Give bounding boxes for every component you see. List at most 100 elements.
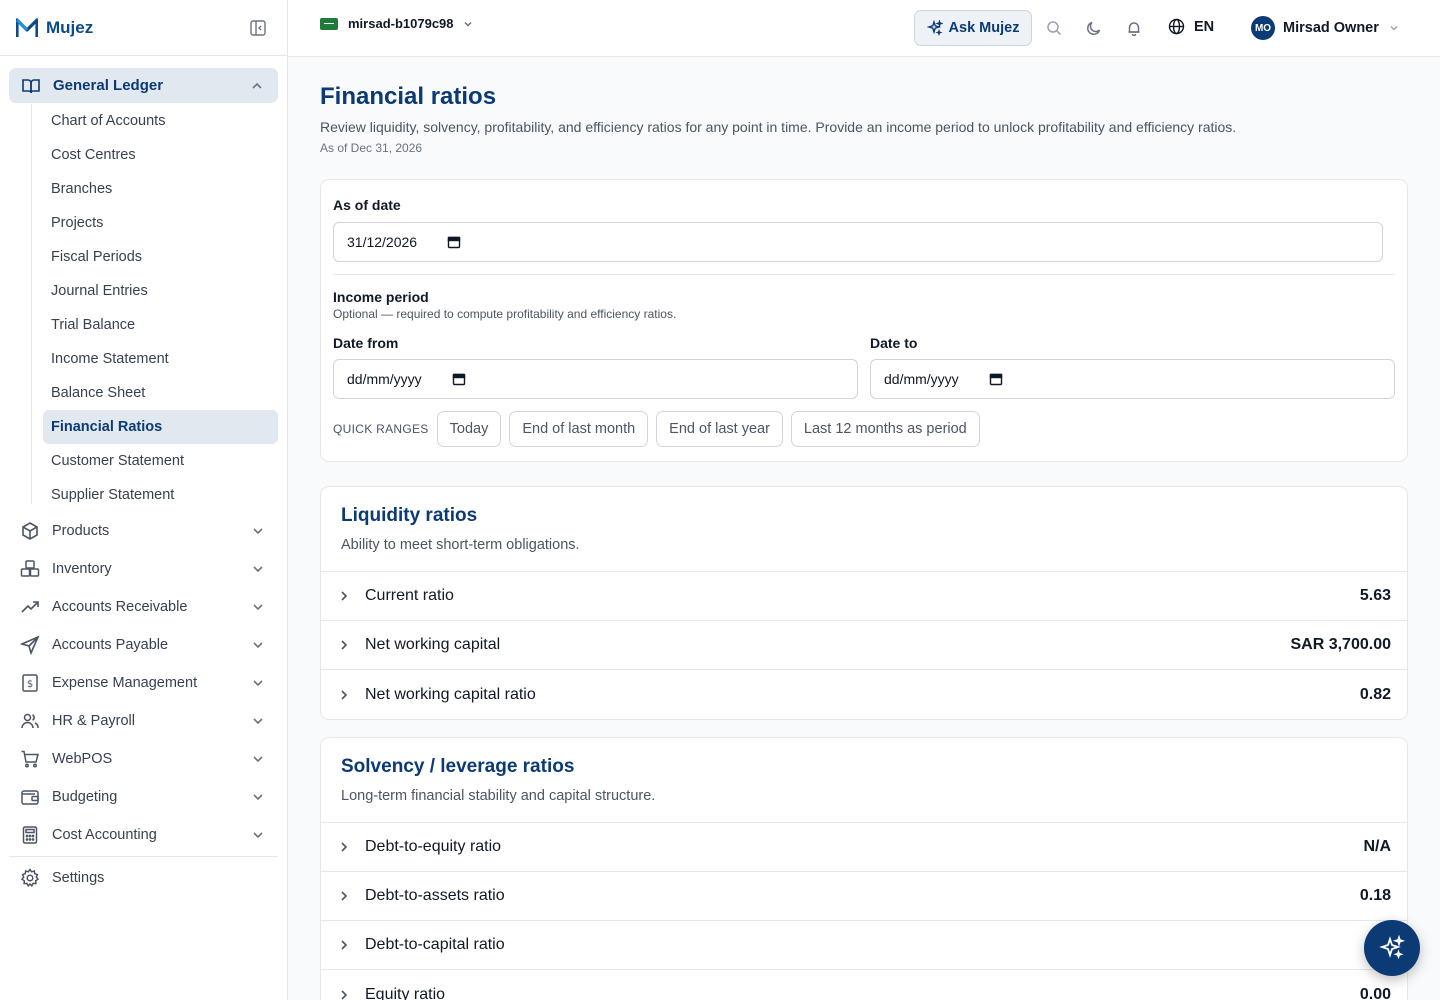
income-period-label: Income period <box>333 289 429 305</box>
as-of-caption: As of Dec 31, 2026 <box>320 141 423 155</box>
sidebar-item-customer-statement[interactable]: Customer Statement <box>43 444 278 478</box>
ratio-row-current-ratio[interactable]: Current ratio 5.63 <box>321 572 1407 621</box>
trending-up-icon <box>21 601 39 613</box>
ratio-name: Debt-to-assets ratio <box>365 887 505 904</box>
as-of-date-value: 31/12/2026 <box>347 234 418 250</box>
book-open-icon <box>22 78 40 93</box>
sidebar-item-projects[interactable]: Projects <box>43 206 278 240</box>
calendar-icon[interactable] <box>447 235 461 249</box>
sidebar-item-branches[interactable]: Branches <box>43 172 278 206</box>
sidebar-group-label: Products <box>52 523 110 539</box>
ratio-name: Debt-to-equity ratio <box>365 838 502 855</box>
section-subtitle: Long-term financial stability and capita… <box>341 788 656 804</box>
ratio-row-debt-to-capital[interactable]: Debt-to-capital ratio 1 <box>321 921 1407 970</box>
sidebar-item-chart-of-accounts[interactable]: Chart of Accounts <box>43 104 278 138</box>
sidebar-group-general-ledger[interactable]: General Ledger <box>9 68 278 103</box>
page-title: Financial ratios <box>320 83 497 110</box>
chevron-down-icon <box>253 566 263 573</box>
sidebar-group-label: Accounts Payable <box>52 637 169 653</box>
solvency-ratios-card: Solvency / leverage ratios Long-term fin… <box>320 737 1408 1000</box>
chevron-right-icon <box>341 640 348 650</box>
ratio-name: Equity ratio <box>365 985 446 1000</box>
sidebar-group-products[interactable]: Products <box>0 512 287 550</box>
company-switcher[interactable]: mirsad-b1079c98 <box>320 16 474 31</box>
sidebar-group-expense-management[interactable]: $ Expense Management <box>0 664 287 702</box>
chevron-down-icon <box>253 756 263 763</box>
filters-card: As of date 31/12/2026 Income period Opti… <box>320 179 1408 462</box>
ratio-name: Debt-to-capital ratio <box>365 936 505 953</box>
quick-range-end-of-last-month-button[interactable]: End of last month <box>509 411 649 447</box>
sidebar-item-settings[interactable]: Settings <box>0 859 287 897</box>
users-icon <box>21 713 39 729</box>
sidebar-item-supplier-statement[interactable]: Supplier Statement <box>43 478 278 512</box>
ratio-value: 0.82 <box>1359 685 1391 703</box>
ratio-value: 5.63 <box>1359 587 1391 604</box>
liquidity-ratios-card: Liquidity ratios Ability to meet short-t… <box>320 486 1408 720</box>
general-ledger-subnav: Chart of Accounts Cost Centres Branches … <box>0 104 287 512</box>
filters-divider <box>333 274 1395 275</box>
sidebar-group-inventory[interactable]: Inventory <box>0 550 287 588</box>
sidebar-item-income-statement[interactable]: Income Statement <box>43 342 278 376</box>
ratio-row-equity-ratio[interactable]: Equity ratio 0.00 <box>321 970 1407 1000</box>
cart-icon <box>21 750 39 768</box>
receipt-icon: $ <box>22 674 38 692</box>
sidebar-item-cost-centres[interactable]: Cost Centres <box>43 138 278 172</box>
page-description: Review liquidity, solvency, profitabilit… <box>320 119 1237 135</box>
calendar-icon[interactable] <box>989 372 1003 386</box>
date-to-input[interactable]: dd/mm/yyyy <box>870 359 1395 399</box>
moon-icon[interactable] <box>1086 20 1102 36</box>
ratio-name: Net working capital <box>365 636 501 653</box>
sidebar-group-accounts-receivable[interactable]: Accounts Receivable <box>0 588 287 626</box>
as-of-date-input[interactable]: 31/12/2026 <box>333 222 1383 262</box>
chevron-down-icon <box>253 680 263 687</box>
sparkles-icon <box>926 20 943 36</box>
sidebar-collapse-icon[interactable] <box>249 19 267 37</box>
wallet-icon <box>21 790 39 805</box>
date-from-input[interactable]: dd/mm/yyyy <box>333 359 858 399</box>
bell-icon[interactable] <box>1126 20 1142 36</box>
sidebar-group-label: Expense Management <box>52 675 198 691</box>
sidebar-group-label: Inventory <box>52 561 112 577</box>
sidebar-group-budgeting[interactable]: Budgeting <box>0 778 287 816</box>
sidebar-group-label: General Ledger <box>53 77 164 94</box>
quick-range-last-12-months-button[interactable]: Last 12 months as period <box>790 411 980 447</box>
sidebar-item-financial-ratios[interactable]: Financial Ratios <box>43 410 278 444</box>
date-from-label: Date from <box>333 335 399 351</box>
ratio-row-debt-to-equity[interactable]: Debt-to-equity ratio N/A <box>321 823 1407 872</box>
ratio-row-net-working-capital[interactable]: Net working capital SAR 3,700.00 <box>321 621 1407 670</box>
ratio-value: N/A <box>1363 838 1391 855</box>
date-from-field: Date from dd/mm/yyyy <box>333 335 858 399</box>
sidebar-group-accounts-payable[interactable]: Accounts Payable <box>0 626 287 664</box>
sidebar-group-cost-accounting[interactable]: Cost Accounting <box>0 816 287 854</box>
sidebar-group-webpos[interactable]: WebPOS <box>0 740 287 778</box>
sidebar-group-label: Cost Accounting <box>52 827 157 843</box>
sidebar-item-journal-entries[interactable]: Journal Entries <box>43 274 278 308</box>
sidebar: Mujez General Ledger Chart of Accounts C… <box>0 0 288 1000</box>
quick-range-end-of-last-year-button[interactable]: End of last year <box>656 411 783 447</box>
ratio-row-debt-to-assets[interactable]: Debt-to-assets ratio 0.18 <box>321 872 1407 921</box>
ask-mujez-button[interactable]: Ask Mujez <box>914 10 1032 46</box>
quick-range-today-button[interactable]: Today <box>436 411 502 447</box>
ratio-row-net-working-capital-ratio[interactable]: Net working capital ratio 0.82 <box>321 670 1407 719</box>
date-to-label: Date to <box>870 335 918 351</box>
chevron-down-icon <box>1390 25 1398 31</box>
chevron-down-icon <box>463 21 472 27</box>
sidebar-divider <box>9 856 278 857</box>
ask-mujez-fab-button[interactable] <box>1364 920 1420 976</box>
sidebar-group-hr-payroll[interactable]: HR & Payroll <box>0 702 287 740</box>
date-to-field: Date to dd/mm/yyyy <box>870 335 1395 399</box>
sidebar-item-balance-sheet[interactable]: Balance Sheet <box>43 376 278 410</box>
calendar-icon[interactable] <box>452 372 466 386</box>
language-switcher[interactable]: EN <box>1168 18 1214 35</box>
boxes-icon <box>20 560 40 577</box>
brand-header: Mujez <box>0 0 287 56</box>
search-icon[interactable] <box>1046 20 1062 36</box>
sidebar-item-trial-balance[interactable]: Trial Balance <box>43 308 278 342</box>
user-menu[interactable]: MO Mirsad Owner <box>1251 16 1400 40</box>
chevron-right-icon <box>341 842 348 852</box>
brand-name: Mujez <box>46 17 94 37</box>
quick-ranges: QUICK RANGES Today End of last month End… <box>333 411 1395 447</box>
quick-ranges-label: QUICK RANGES <box>333 422 429 436</box>
sidebar-nav: General Ledger Chart of Accounts Cost Ce… <box>0 56 287 897</box>
sidebar-item-fiscal-periods[interactable]: Fiscal Periods <box>43 240 278 274</box>
